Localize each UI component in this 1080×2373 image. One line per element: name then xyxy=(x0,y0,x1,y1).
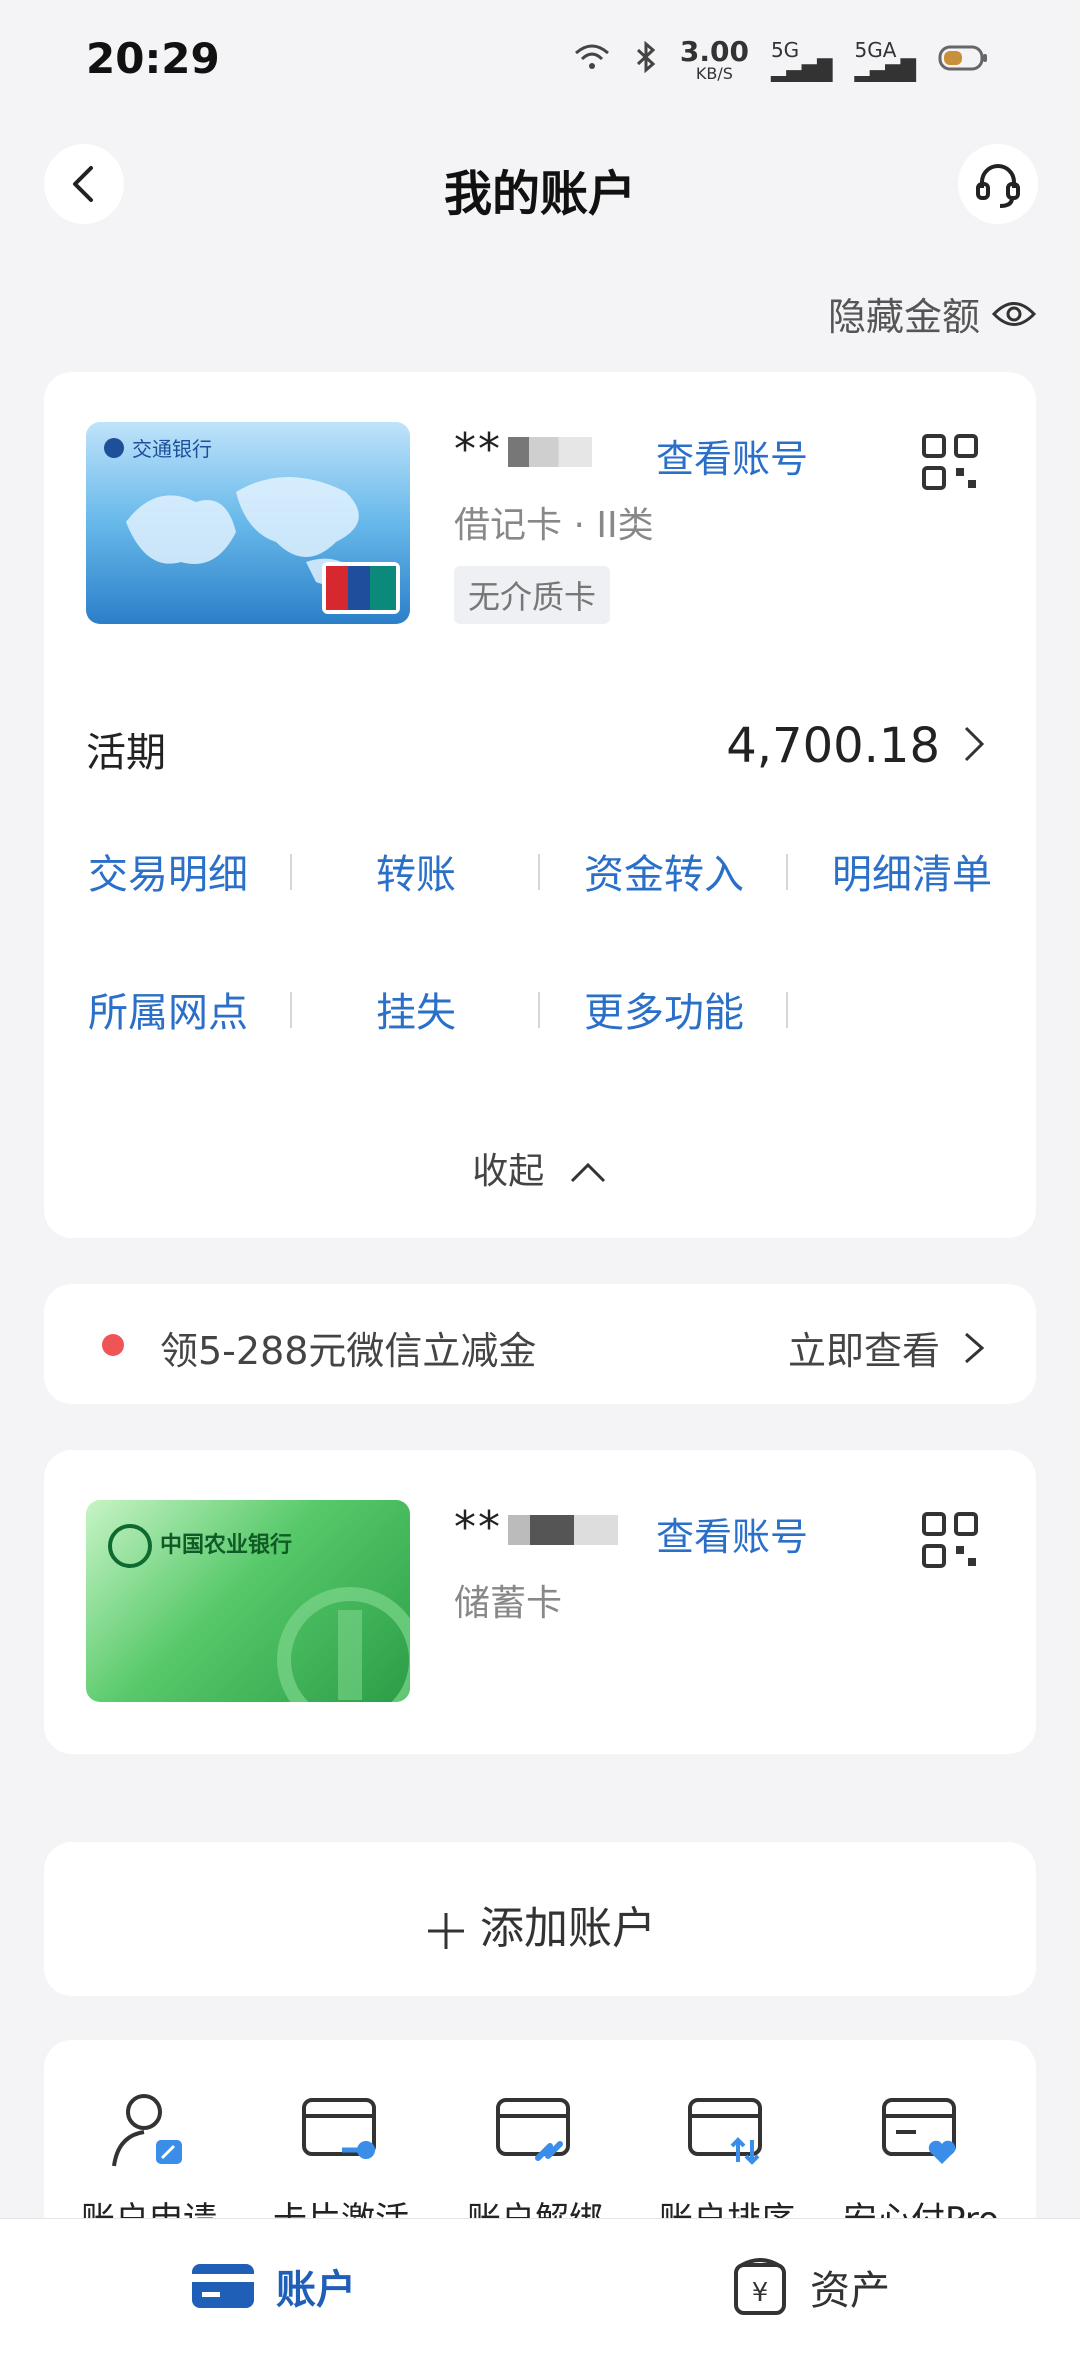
account-number-masked: ** xyxy=(454,1502,618,1553)
account-type: 借记卡 · II类 xyxy=(454,505,654,546)
card-unlink-icon xyxy=(496,2098,570,2161)
view-account-number-link[interactable]: 查看账号 xyxy=(656,428,808,483)
account-card-abc: 中国农业银行 ** 查看账号 储蓄卡 xyxy=(44,1450,1036,1754)
abc-card-image[interactable]: 中国农业银行 xyxy=(86,1500,410,1702)
bocom-card-art: 交通银行 xyxy=(104,437,400,614)
nav-assets[interactable]: ¥ 资产 xyxy=(730,2257,890,2317)
signal-2-label: 5GA xyxy=(854,38,897,62)
action-transfer[interactable]: 转账 xyxy=(292,842,540,900)
action-branch[interactable]: 所属网点 xyxy=(44,980,292,1038)
customer-service-button[interactable] xyxy=(958,144,1038,224)
headset-icon xyxy=(976,164,1020,208)
chevron-up-icon xyxy=(570,1162,605,1183)
status-icons: 3.00 KB/S 5G ▂▄▆█ 5GA ▂▄▆█ xyxy=(572,38,990,82)
bocom-card-image[interactable]: 交通银行 xyxy=(86,422,410,624)
collapse-label: 收起 xyxy=(472,1151,545,1192)
add-account-text: 添加账户 xyxy=(480,1903,656,1954)
action-statement[interactable]: 明细清单 xyxy=(788,842,1036,900)
yuan-asset-icon: ¥ xyxy=(734,2258,786,2315)
status-time: 20:29 xyxy=(86,34,220,83)
bluetooth-icon xyxy=(634,40,658,80)
balance-label: 活期 xyxy=(86,730,166,776)
divider xyxy=(786,992,788,1028)
bottom-nav: 账户 ¥ 资产 xyxy=(0,2218,1080,2373)
action-report-loss[interactable]: 挂失 xyxy=(292,980,540,1038)
qr-code-icon[interactable] xyxy=(920,432,980,492)
net-speed-value: 3.00 xyxy=(679,35,749,68)
page: 20:29 3.00 KB/S 5G ▂▄▆█ 5GA ▂▄▆█ 我的账户 隐藏… xyxy=(0,0,1080,2373)
promo-text: 领5-288元微信立减金 xyxy=(160,1329,537,1373)
balance-amount[interactable]: 4,700.18 xyxy=(726,718,940,774)
user-edit-icon xyxy=(112,2094,182,2167)
battery-icon xyxy=(938,41,990,80)
qr-code-icon[interactable] xyxy=(920,1510,980,1570)
status-bar: 20:29 3.00 KB/S 5G ▂▄▆█ 5GA ▂▄▆█ xyxy=(0,0,1080,120)
action-more-functions[interactable]: 更多功能 xyxy=(540,980,788,1038)
action-row-2: 所属网点 挂失 更多功能 xyxy=(44,980,1036,1050)
hide-amount-label: 隐藏金额 xyxy=(827,295,980,339)
plus-icon xyxy=(428,1913,464,1949)
nav-assets-label: 资产 xyxy=(810,2268,890,2314)
action-transaction-details[interactable]: 交易明细 xyxy=(44,842,292,900)
account-type: 储蓄卡 xyxy=(454,1583,563,1624)
account-number-blur xyxy=(508,1515,618,1545)
abc-card-art: 中国农业银行 xyxy=(108,1524,410,1702)
svg-text:¥: ¥ xyxy=(752,2278,769,2308)
card-heart-icon xyxy=(882,2098,956,2164)
card-sort-icon xyxy=(688,2098,762,2165)
collapse-button[interactable]: 收起 xyxy=(44,1142,1036,1194)
header: 我的账户 xyxy=(0,140,1080,250)
signal-1-label: 5G xyxy=(770,38,800,62)
card-key-icon xyxy=(302,2098,376,2159)
account-number-masked: ** xyxy=(454,424,592,475)
view-account-number-link[interactable]: 查看账号 xyxy=(656,1506,808,1561)
account-number-prefix: ** xyxy=(454,424,502,475)
action-row-1: 交易明细 转账 资金转入 明细清单 xyxy=(44,842,1036,912)
promo-dot xyxy=(102,1334,124,1356)
account-number-prefix: ** xyxy=(454,1502,502,1553)
nav-accounts-label: 账户 xyxy=(276,2267,356,2313)
bocom-card-bank-name: 交通银行 xyxy=(132,437,212,461)
chevron-right-icon xyxy=(965,1332,985,1364)
promo-view-link[interactable]: 立即查看 xyxy=(788,1320,940,1375)
account-number-blur xyxy=(508,437,592,467)
wifi-icon xyxy=(572,41,612,80)
net-speed-unit: KB/S xyxy=(695,64,733,83)
add-account-label: 添加账户 xyxy=(44,1892,1036,1956)
chevron-right-icon[interactable] xyxy=(960,722,988,766)
abc-card-bank-name: 中国农业银行 xyxy=(160,1532,292,1558)
wallet-card-icon xyxy=(192,2264,254,2308)
no-medium-card-tag: 无介质卡 xyxy=(454,566,611,624)
eye-icon xyxy=(992,301,1036,326)
action-fund-in[interactable]: 资金转入 xyxy=(540,842,788,900)
signal-2: 5GA ▂▄▆█ xyxy=(854,38,916,82)
account-card-bocom: 交通银行 ** 查看账号 借记卡 · II类 无介质卡 活期 4,700.18 xyxy=(44,372,1036,1238)
add-account-button[interactable]: 添加账户 xyxy=(44,1842,1036,1996)
net-speed: 3.00 KB/S xyxy=(680,38,749,82)
nav-accounts[interactable]: 账户 xyxy=(190,2257,356,2315)
promo-banner[interactable]: 领5-288元微信立减金 立即查看 xyxy=(44,1284,1036,1404)
signal-1: 5G ▂▄▆█ xyxy=(770,38,833,82)
page-title: 我的账户 xyxy=(443,166,636,222)
hide-amount-toggle[interactable]: 隐藏金额 xyxy=(828,286,1036,341)
